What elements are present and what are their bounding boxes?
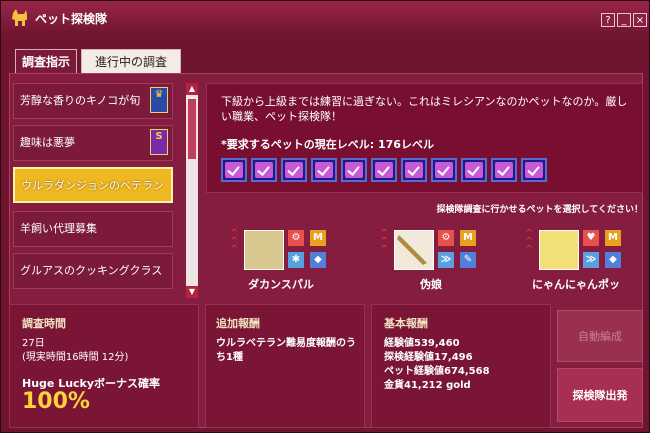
extra-reward-label: 追加報酬 [216,317,260,330]
mission-item[interactable]: 趣味は悪夢 S [13,125,173,161]
cat-icon: ◆ [605,252,621,268]
pet-selection: 探検隊調査に行かせるペットを選択してください！ ^ ^ ^ ⚙ M ✱ ◆ ダカンス… [206,198,643,298]
reward-exp: 経験値539,460 [384,338,460,349]
scroll-thumb[interactable] [188,99,196,159]
check-icon [521,158,547,182]
scroll-up-icon[interactable]: ▲ [186,83,198,95]
extra-reward-panel: 追加報酬 ウルラベテラン難易度報酬のうち1種 [205,304,365,428]
check-icon [221,158,247,182]
mission-scrollbar[interactable]: ▲ ▼ [186,83,198,298]
mission-label: ウルラダンジョンのベテラン [21,179,164,192]
blue-crown-icon: ♛ [150,87,168,113]
wing-icon: ≫ [583,252,599,268]
rank-chevron-icon: ^ ^ ^ [380,228,389,255]
auto-formation-button[interactable]: 自動編成 [557,310,643,362]
mission-list: 芳醇な香りのキノコが旬 ♛ 趣味は悪夢 S ウルラダンジョンのベテラン 羊飼い代… [13,83,188,298]
required-level: *要求するペットの現在レベル: 176レベル [221,138,434,151]
base-reward-panel: 基本報酬 経験値539,460 探検経験値17,496 ペット経験値674,56… [371,304,551,428]
pet-name: にゃんにゃんポッ [532,278,620,291]
check-icon [431,158,457,182]
check-icon [401,158,427,182]
reward-pet-exp: ペット経験値674,568 [384,366,490,377]
mission-label: 趣味は悪夢 [20,136,75,149]
check-icon [281,158,307,182]
base-reward-label: 基本報酬 [384,317,428,330]
start-expedition-button[interactable]: 探検隊出発 [557,368,643,422]
window-title: ペット探検隊 [35,12,108,26]
pet-portrait[interactable] [539,230,579,270]
pet-slot[interactable]: ^ ^ ^ ⚙ M ✱ ◆ ダカンスパル [226,228,346,298]
mission-item[interactable]: 羊飼い代理募集 [13,211,173,247]
title-bar[interactable]: ペット探検隊 ? _ × [1,1,649,35]
check-icon [371,158,397,182]
extra-reward-text: ウルラベテラン難易度報酬のうち1種 [216,338,356,363]
rank-chevron-icon: ^ ^ ^ [230,228,239,255]
help-button[interactable]: ? [601,13,615,27]
description-text: 下級から上級までは練習に過ぎない。これはミレシアンなのかペットなのか。厳しい職業… [221,95,628,123]
minimize-button[interactable]: _ [617,13,631,27]
check-icon [341,158,367,182]
m-skill-icon: M [460,230,476,246]
pet-name: 伪娘 [420,278,442,291]
check-icon [311,158,337,182]
tab-survey-order[interactable]: 調査指示 [15,49,77,73]
pet-slot[interactable]: ^ ^ ^ ♥ M ≫ ◆ にゃんにゃんポッ [521,228,641,298]
bonus-value: 100% [22,389,90,414]
gear-icon: ⚙ [288,230,304,246]
gear-icon: ⚙ [438,230,454,246]
check-icon [461,158,487,182]
mission-item[interactable]: グルアスのクッキングクラス [13,253,173,289]
survey-time-panel: 調査時間 27日 (現実時間16時間 12分) Huge Luckyボーナス確率… [9,304,199,428]
pet-expedition-window: ペット探検隊 ? _ × 調査指示 進行中の調査 芳醇な香りのキノコが旬 ♛ 趣… [0,0,650,433]
mission-label: グルアスのクッキングクラス [20,264,163,277]
reward-explore-exp: 探検経験値17,496 [384,352,473,363]
survey-actual-time: (現実時間16時間 12分) [22,352,129,363]
rank-chevron-icon: ^ ^ ^ [525,228,534,255]
mission-description: 下級から上級までは練習に過ぎない。これはミレシアンなのかペットなのか。厳しい職業… [206,83,643,193]
mission-item-selected[interactable]: ウルラダンジョンのベテラン [13,167,173,203]
wing-icon: ≫ [438,252,454,268]
bottom-area: 調査時間 27日 (現実時間16時間 12分) Huge Luckyボーナス確率… [9,304,643,428]
pet-name: ダカンスパル [248,278,314,291]
survey-time-label: 調査時間 [22,317,66,330]
paw-icon: ✱ [288,252,304,268]
close-button[interactable]: × [633,13,647,27]
mission-label: 羊飼い代理募集 [20,222,97,235]
mission-item[interactable]: 芳醇な香りのキノコが旬 ♛ [13,83,173,119]
dog-icon [12,9,27,26]
dog-icon: ◆ [310,252,326,268]
pet-slot[interactable]: ^ ^ ^ ⚙ M ≫ ✎ 伪娘 [376,228,496,298]
m-skill-icon: M [605,230,621,246]
mission-label: 芳醇な香りのキノコが旬 [20,94,141,107]
tab-in-progress[interactable]: 進行中の調査 [81,49,181,73]
check-icon [251,158,277,182]
pet-hint: 探検隊調査に行かせるペットを選択してください！ [436,205,643,215]
brush-icon: ✎ [460,252,476,268]
check-icon [491,158,517,182]
heart-icon: ♥ [583,230,599,246]
purple-s-icon: S [150,129,168,155]
badge-s-label: S [155,131,163,142]
reward-gold: 金貨41,212 gold [384,380,471,391]
scroll-down-icon[interactable]: ▼ [186,286,198,298]
pet-portrait[interactable] [394,230,434,270]
pet-portrait[interactable] [244,230,284,270]
m-skill-icon: M [310,230,326,246]
survey-days: 27日 [22,338,45,349]
